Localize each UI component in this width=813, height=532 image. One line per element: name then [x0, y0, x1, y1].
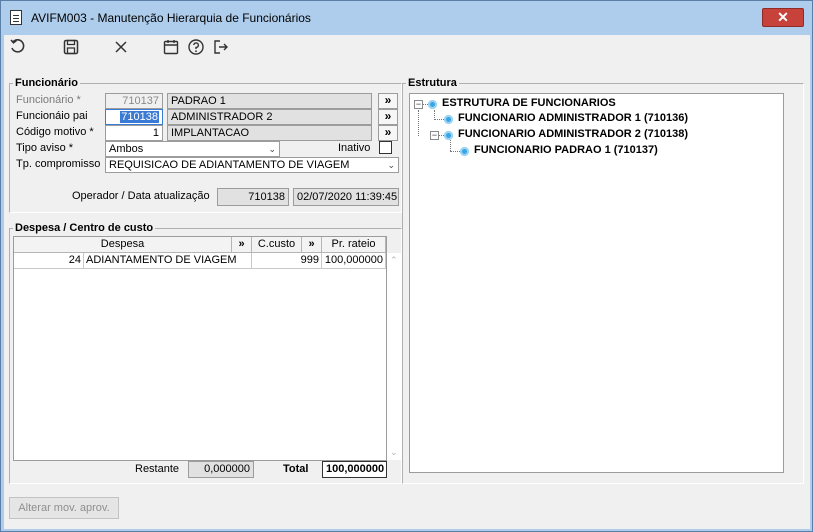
operador-field: 710138 — [217, 188, 289, 206]
tree-connector — [418, 110, 419, 136]
operador-label: Operador / Data atualização — [72, 190, 210, 202]
funcionario-legend: Funcionário — [13, 77, 80, 89]
title-bar: AVIFM003 - Manutenção Hierarquia de Func… — [1, 1, 812, 35]
window-title: AVIFM003 - Manutenção Hierarquia de Func… — [31, 11, 311, 25]
motivo-code-field[interactable]: 1 — [105, 125, 163, 141]
grid-scrollbar[interactable]: ⌃ ⌄ — [387, 253, 402, 460]
tree-connector — [450, 140, 451, 151]
funcionario-label: Funcionário * — [16, 94, 81, 106]
client-area: Funcionário Funcionário * 710137 PADRAO … — [4, 35, 810, 529]
pai-code-value: 710138 — [120, 111, 159, 123]
undo-icon[interactable] — [8, 38, 28, 58]
row-ccusto[interactable]: 999 — [252, 253, 322, 269]
node-icon — [444, 131, 453, 140]
col-despesa-lookup[interactable]: » — [232, 237, 252, 253]
inativo-label: Inativo — [338, 142, 371, 154]
tree-node-padrao1[interactable]: FUNCIONARIO PADRAO 1 (710137) — [474, 144, 658, 156]
exit-icon[interactable] — [211, 38, 231, 58]
tipo-aviso-value: Ambos — [109, 143, 144, 155]
despesa-legend: Despesa / Centro de custo — [13, 222, 156, 234]
restante-label: Restante — [135, 463, 180, 475]
restante-field: 0,000000 — [188, 461, 254, 478]
tree-node-root[interactable]: ESTRUTURA DE FUNCIONARIOS — [442, 97, 616, 109]
row-rateio[interactable]: 100,000000 — [322, 253, 386, 269]
close-icon[interactable] — [111, 38, 131, 58]
compromisso-label: Tp. compromisso — [16, 158, 101, 170]
estrutura-legend: Estrutura — [406, 77, 459, 89]
node-icon — [444, 115, 453, 124]
app-window: AVIFM003 - Manutenção Hierarquia de Func… — [0, 0, 813, 532]
motivo-name-field: IMPLANTACAO — [167, 125, 372, 141]
despesa-grid[interactable]: Despesa » C.custo » Pr. rateio 24 ADIANT… — [13, 236, 402, 461]
tipo-aviso-label: Tipo aviso * — [16, 142, 74, 154]
node-icon — [460, 147, 469, 156]
chevron-down-icon: ⌄ — [268, 144, 276, 154]
node-icon — [428, 100, 437, 109]
pai-lookup-button[interactable]: » — [378, 109, 398, 125]
document-icon — [10, 10, 22, 25]
tree-connector — [450, 151, 460, 152]
save-icon[interactable] — [61, 38, 81, 58]
pai-label: Funcionáio pai — [16, 110, 88, 122]
tipo-aviso-select[interactable]: Ambos ⌄ — [105, 141, 280, 157]
pai-code-field[interactable]: 710138 — [105, 109, 163, 125]
pai-name-field: ADMINISTRADOR 2 — [167, 109, 372, 125]
funcionario-name-field: PADRAO 1 — [167, 93, 372, 109]
compromisso-select[interactable]: REQUISICAO DE ADIANTAMENTO DE VIAGEM ⌄ — [105, 157, 399, 173]
col-rateio[interactable]: Pr. rateio — [322, 237, 386, 253]
chevron-up-icon[interactable]: ⌃ — [390, 255, 398, 266]
help-icon[interactable] — [186, 38, 206, 58]
close-window-button[interactable]: ✕ — [762, 8, 804, 27]
collapse-icon[interactable]: − — [414, 100, 423, 109]
alterar-mov-aprov-button[interactable]: Alterar mov. aprov. — [9, 497, 119, 519]
total-label: Total — [283, 463, 309, 475]
col-ccusto-lookup[interactable]: » — [302, 237, 322, 253]
toolbar — [4, 35, 810, 61]
funcionario-code-field[interactable]: 710137 — [105, 93, 163, 109]
row-despesa-name[interactable]: ADIANTAMENTO DE VIAGEM — [84, 253, 252, 269]
col-despesa[interactable]: Despesa — [14, 237, 232, 253]
col-ccusto[interactable]: C.custo — [252, 237, 302, 253]
row-despesa-code[interactable]: 24 — [14, 253, 84, 269]
total-field: 100,000000 — [322, 461, 387, 478]
estrutura-tree[interactable]: − ESTRUTURA DE FUNCIONARIOS FUNCIONARIO … — [409, 93, 784, 473]
tree-node-admin2[interactable]: FUNCIONARIO ADMINISTRADOR 2 (710138) — [458, 128, 688, 140]
compromisso-value: REQUISICAO DE ADIANTAMENTO DE VIAGEM — [109, 159, 350, 171]
chevron-down-icon[interactable]: ⌄ — [390, 447, 398, 458]
data-atualizacao-field: 02/07/2020 11:39:45 — [293, 188, 399, 206]
collapse-icon[interactable]: − — [430, 131, 439, 140]
calendar-icon[interactable] — [161, 38, 181, 58]
inativo-checkbox[interactable] — [379, 141, 392, 154]
motivo-lookup-button[interactable]: » — [378, 125, 398, 141]
chevron-down-icon: ⌄ — [387, 160, 395, 170]
motivo-label: Código motivo * — [16, 126, 94, 138]
tree-node-admin1[interactable]: FUNCIONARIO ADMINISTRADOR 1 (710136) — [458, 112, 688, 124]
tree-connector — [434, 119, 444, 120]
funcionario-lookup-button[interactable]: » — [378, 93, 398, 109]
